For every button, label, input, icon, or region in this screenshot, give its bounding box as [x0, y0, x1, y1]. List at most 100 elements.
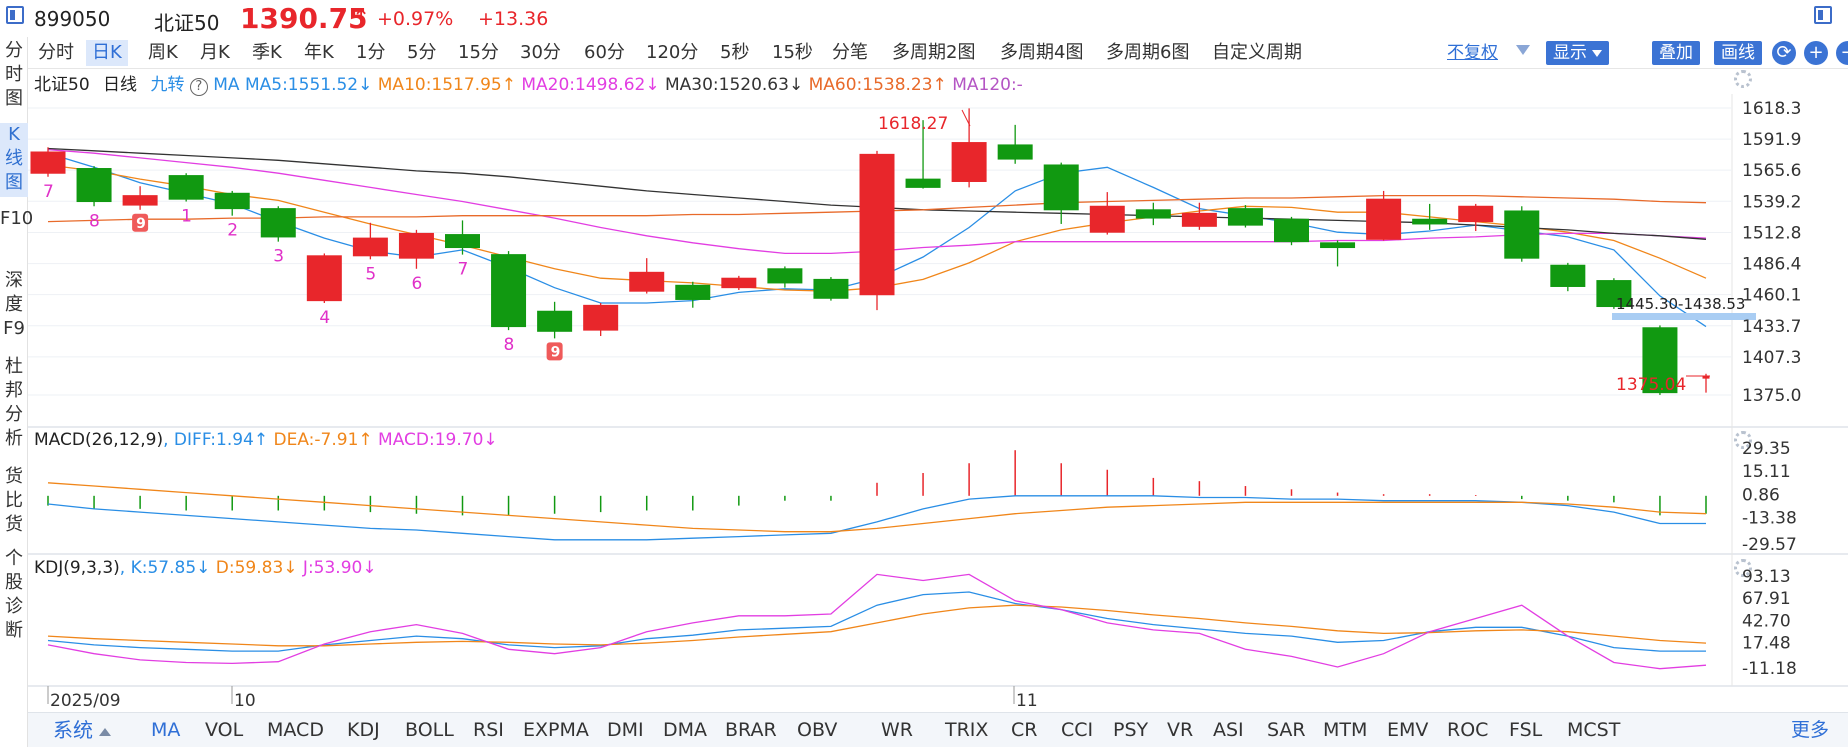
candle-body — [352, 237, 388, 257]
kdj-y-tick: 67.91 — [1742, 589, 1791, 609]
kdj-d-line — [47, 604, 1707, 647]
candle-body — [767, 268, 803, 284]
candle-body — [583, 304, 619, 331]
indicator-tab[interactable]: CR — [1006, 715, 1042, 745]
candle-body — [1504, 210, 1540, 259]
y-tick-label: 1591.9 — [1742, 130, 1801, 150]
candle-body — [1412, 218, 1448, 225]
indicator-tab[interactable]: KDJ — [342, 715, 385, 745]
x-tick-label: 10 — [234, 691, 256, 711]
candle-body — [813, 278, 849, 299]
x-tick-label: 2025/09 — [50, 691, 121, 711]
nine-turn-labels: 7 8 9 1 2 3 4 5 6 7 8 9 — [43, 182, 563, 361]
indicator-tab[interactable]: MACD — [262, 715, 329, 745]
indicator-tab[interactable]: TRIX — [940, 715, 993, 745]
candle-body — [76, 168, 112, 203]
y-tick-label: 1407.3 — [1742, 348, 1801, 368]
nine-turn-label: 3 — [273, 247, 284, 267]
macd-y-tick: 29.35 — [1742, 439, 1791, 459]
candle-body — [1227, 208, 1263, 226]
candle-body — [1043, 164, 1079, 211]
macd-y-tick: -13.38 — [1742, 509, 1797, 529]
y-tick-label: 1486.4 — [1742, 255, 1801, 275]
candle-body — [1320, 242, 1356, 249]
nine-turn-label: 9 — [551, 344, 561, 360]
kdj-pane: 93.1367.9142.70 17.48 -11.18 — [47, 567, 1797, 679]
indicator-tab[interactable]: BOLL — [400, 715, 459, 745]
macd-y-tick: 15.11 — [1742, 462, 1791, 482]
indicator-tab[interactable]: SAR — [1262, 715, 1311, 745]
kdj-y-tick: 42.70 — [1742, 611, 1791, 631]
kdj-y-tick: 93.13 — [1742, 567, 1791, 587]
candle-body — [260, 208, 296, 238]
indicator-tab[interactable]: VR — [1162, 715, 1198, 745]
nine-turn-label: 6 — [411, 274, 422, 294]
y-tick-label: 1539.2 — [1742, 192, 1801, 212]
high-label: 1618.27 — [878, 114, 948, 134]
candle-body — [491, 254, 527, 328]
indicator-tab[interactable]: DMI — [602, 715, 649, 745]
more-indicators-link[interactable]: 更多 — [1786, 715, 1834, 745]
indicator-tab[interactable]: WR — [876, 715, 918, 745]
y-tick-label: 1618.3 — [1742, 99, 1801, 119]
indicator-tab[interactable]: DMA — [658, 715, 712, 745]
macd-pane: 29.35 15.11 0.86 -13.38 -29.57 — [47, 439, 1797, 555]
kdj-j-line — [47, 573, 1707, 670]
candle-body — [537, 310, 573, 332]
indicator-tab[interactable]: FSL — [1504, 715, 1547, 745]
indicator-ma[interactable]: MA — [146, 715, 185, 745]
candle-body — [214, 192, 250, 210]
indicator-tab[interactable]: ROC — [1442, 715, 1493, 745]
y-tick-label: 1375.0 — [1742, 386, 1801, 406]
indicator-tab[interactable]: MTM — [1318, 715, 1372, 745]
candle-body — [1458, 205, 1494, 223]
indicator-tab[interactable]: EXPMA — [518, 715, 594, 745]
system-menu-button[interactable]: 系统 — [48, 715, 116, 745]
nine-turn-label: 8 — [504, 335, 515, 355]
x-axis-ticks: 2025/09 10 11 — [47, 686, 1038, 711]
nine-turn-label: 5 — [365, 264, 376, 284]
y-tick-label: 1433.7 — [1742, 317, 1801, 337]
candle-body — [445, 234, 480, 249]
kdj-y-tick: -11.18 — [1742, 659, 1797, 679]
candle-body — [859, 153, 895, 296]
nine-turn-label: 4 — [319, 308, 330, 328]
indicator-tab[interactable]: BRAR — [720, 715, 782, 745]
candle-body — [1274, 218, 1309, 243]
candle-body — [997, 144, 1033, 160]
candle-body — [629, 271, 665, 292]
caret-up-icon — [99, 727, 112, 736]
candle-body — [168, 175, 204, 200]
candle-body — [1089, 205, 1125, 233]
y-tick-label: 1460.1 — [1742, 286, 1801, 306]
macd-y-tick: 0.86 — [1742, 485, 1780, 505]
candle-body — [398, 232, 434, 259]
candle-body — [951, 142, 987, 182]
candle-body — [675, 284, 711, 300]
range-label: 1445.30-1438.53 — [1616, 295, 1745, 313]
indicator-tab[interactable]: OBV — [792, 715, 842, 745]
kline-app: 899050 北证50 1390.75 ↑ +0.97% +13.36 分时图 … — [0, 0, 1848, 747]
indicator-tab[interactable]: MCST — [1562, 715, 1625, 745]
candle-body — [1366, 198, 1402, 240]
indicator-tab[interactable]: ASI — [1208, 715, 1249, 745]
kdj-k-line — [47, 591, 1706, 652]
candle-body — [721, 277, 757, 289]
nine-turn-label: 7 — [458, 260, 469, 280]
nine-turn-label: 7 — [43, 182, 54, 202]
candle-body — [122, 195, 158, 206]
kline-chart[interactable]: 1445.30-1438.53 1618.27 1375.04 7 8 9 1 2 3 4 5… — [0, 0, 1848, 712]
indicator-bar: 系统 MA VOL MACD KDJ BOLL RSI EXPMA DMI DM… — [28, 712, 1848, 747]
indicator-tab[interactable]: PSY — [1108, 715, 1153, 745]
indicator-tab[interactable]: CCI — [1056, 715, 1098, 745]
nine-turn-label: 1 — [181, 207, 192, 227]
candle-body — [1550, 264, 1586, 287]
y-axis-ticks: 1618.3 1591.9 1565.6 1539.2 1512.8 1486.4 1460… — [1742, 99, 1801, 406]
system-label: 系统 — [53, 718, 93, 742]
nine-turn-label: 2 — [227, 221, 238, 241]
indicator-tab[interactable]: RSI — [468, 715, 509, 745]
indicator-tab[interactable]: VOL — [200, 715, 248, 745]
kdj-y-tick: 17.48 — [1742, 634, 1791, 654]
indicator-tab[interactable]: EMV — [1382, 715, 1433, 745]
price-range-highlight — [1612, 313, 1756, 320]
